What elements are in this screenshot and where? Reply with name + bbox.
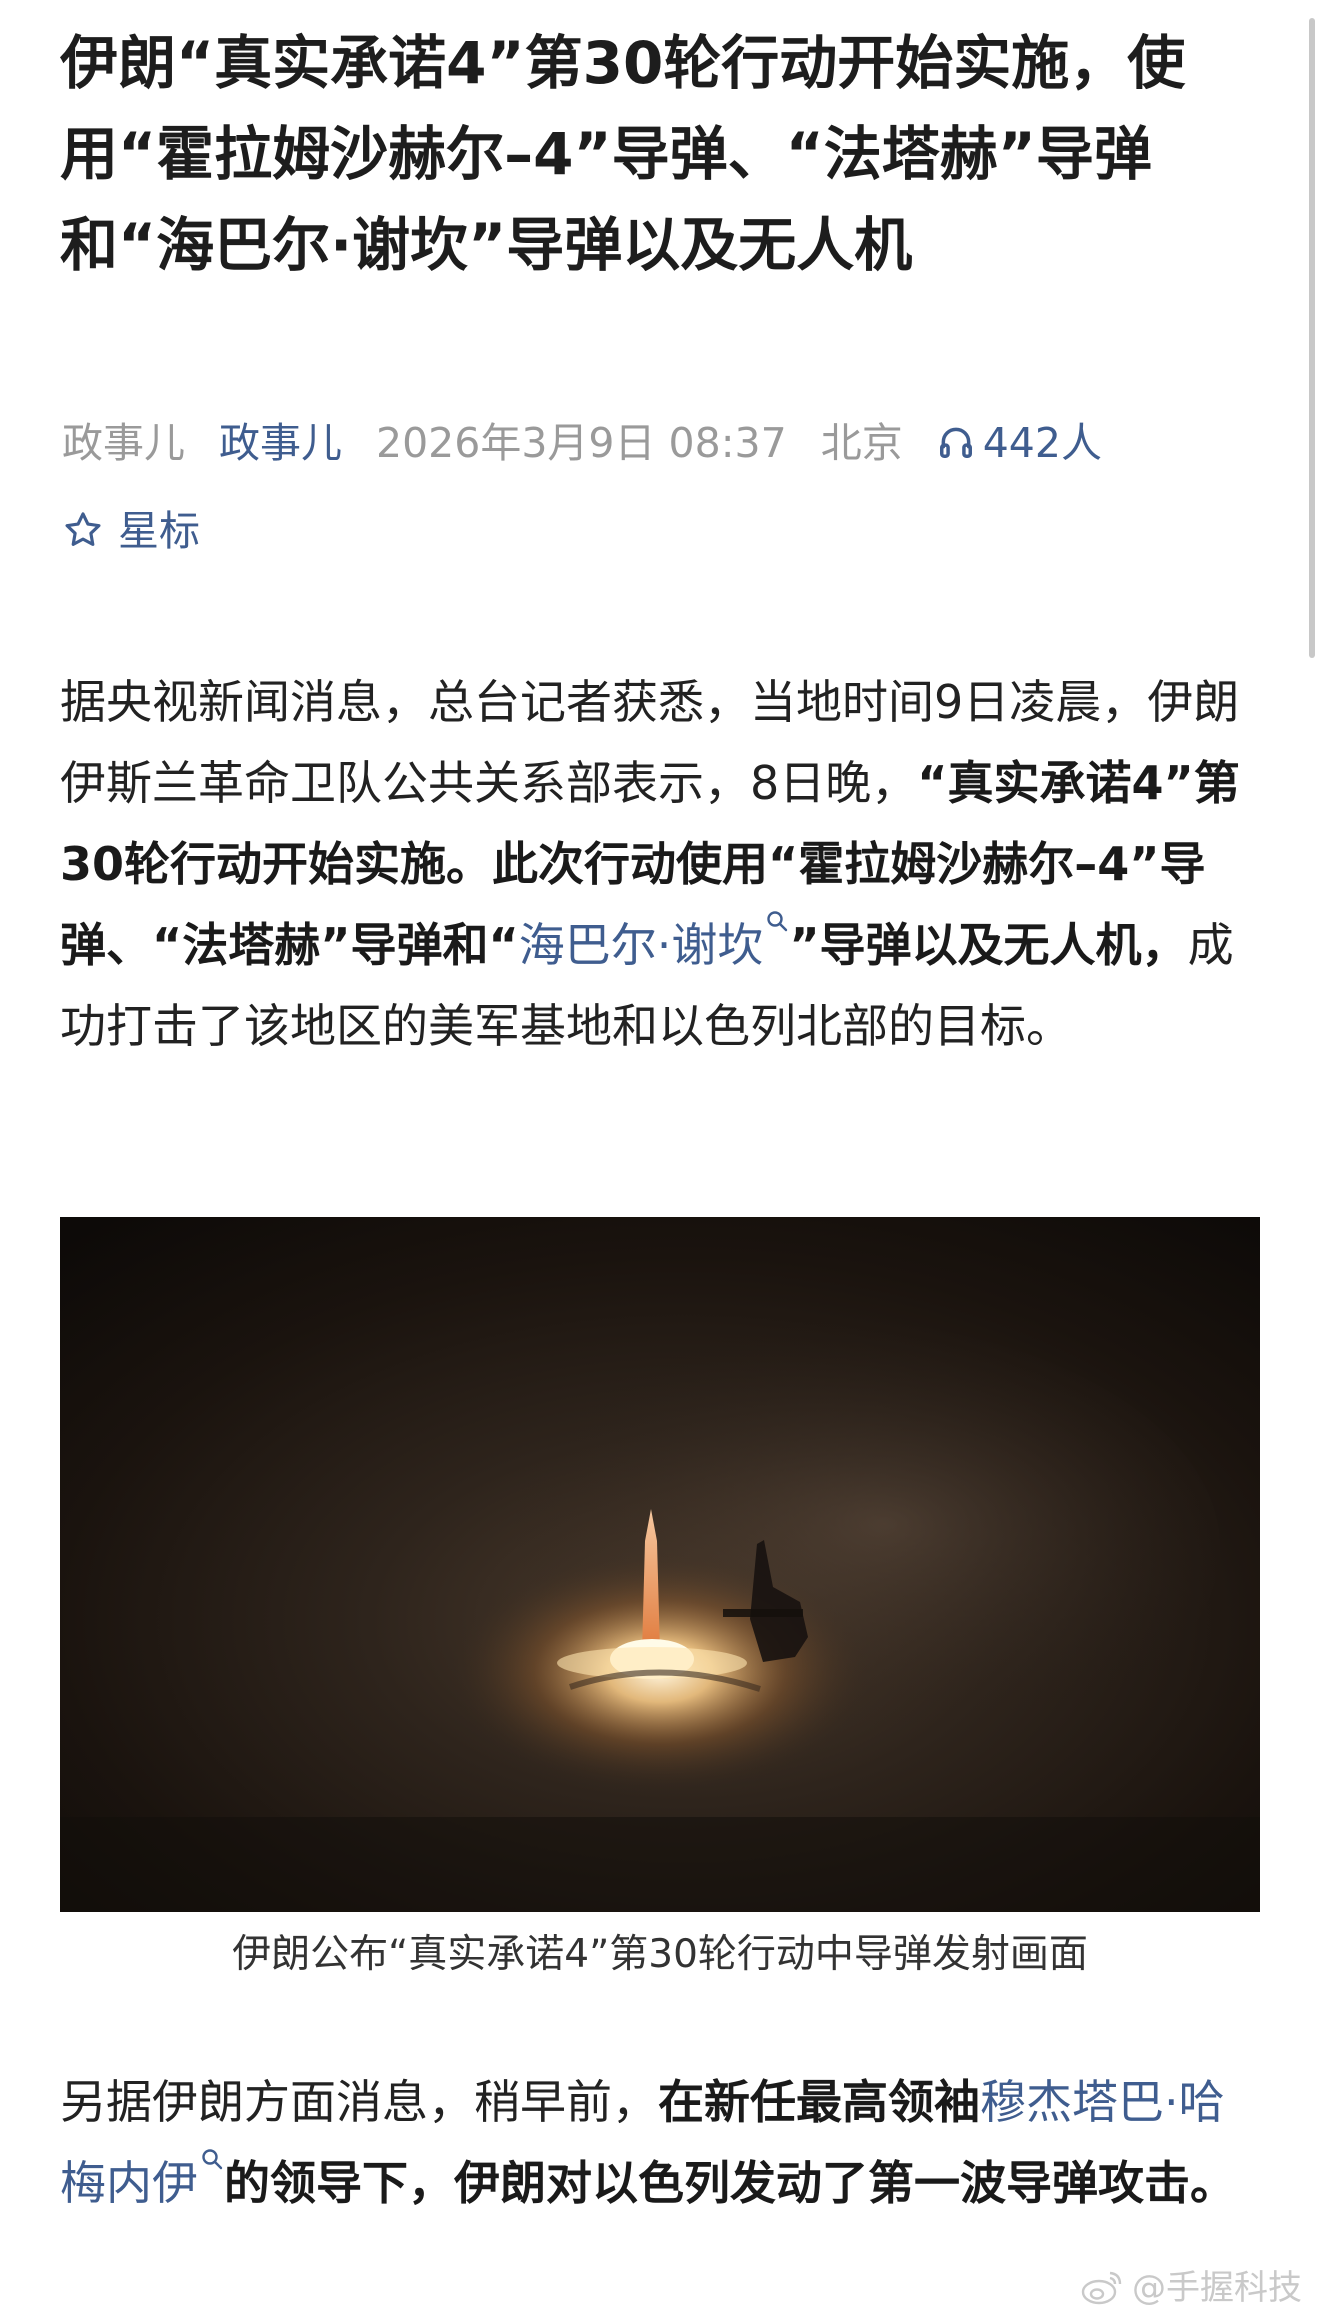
keyword-link-label: 海巴尔·谢坎 [518, 918, 764, 972]
publish-datetime: 2026年3月9日 08:37 [376, 419, 787, 467]
weibo-watermark: @手握科技 [1080, 2263, 1302, 2313]
search-icon [202, 2149, 223, 2170]
keyword-link-haibar[interactable]: 海巴尔·谢坎 [518, 911, 790, 972]
author-link[interactable]: 政事儿 [219, 419, 342, 467]
paragraph-text: 另据伊朗方面消息，稍早前， [60, 2075, 658, 2129]
search-icon [767, 911, 788, 932]
article-paragraph-1: 据央视新闻消息，总台记者获悉，当地时间9日凌晨，伊朗伊斯兰革命卫队公共关系部表示… [60, 662, 1260, 1067]
article-page: 伊朗“真实承诺4”第30轮行动开始实施，使用“霍拉姆沙赫尔–4”导弹、“法塔赫”… [0, 0, 1320, 2323]
watermark-text: @手握科技 [1132, 2268, 1302, 2308]
article-meta: 政事儿 政事儿 2026年3月9日 08:37 北京 442人 [62, 408, 1262, 478]
star-outline-icon [65, 512, 101, 546]
article-paragraph-2: 另据伊朗方面消息，稍早前，在新任最高领袖穆杰塔巴·哈梅内伊 的领导下，伊朗对以色列… [60, 2062, 1260, 2224]
listen-button[interactable]: 442人 [937, 419, 1136, 467]
missile-launch-illustration [60, 1217, 1260, 1912]
missile-launch-image[interactable] [60, 1217, 1260, 1912]
star-button[interactable]: 星标 [62, 496, 200, 566]
scrollbar[interactable] [1309, 18, 1315, 658]
article-title: 伊朗“真实承诺4”第30轮行动开始实施，使用“霍拉姆沙赫尔–4”导弹、“法塔赫”… [60, 29, 1186, 279]
headphone-icon [939, 427, 972, 458]
source-name: 政事儿 [62, 419, 185, 467]
paragraph-bold-text: 在新任最高领袖 [658, 2075, 980, 2129]
weibo-icon [1081, 2271, 1122, 2305]
image-caption: 伊朗公布“真实承诺4”第30轮行动中导弹发射画面 [232, 1932, 1088, 1977]
paragraph-bold-text: ”导弹以及无人机， [789, 918, 1188, 972]
publish-location: 北京 [820, 419, 903, 467]
paragraph-bold-text: 的领导下，伊朗对以色列发动了第一波导弹攻击。 [224, 2156, 1236, 2210]
listener-count: 442人 [982, 419, 1102, 467]
star-label: 星标 [118, 507, 200, 555]
